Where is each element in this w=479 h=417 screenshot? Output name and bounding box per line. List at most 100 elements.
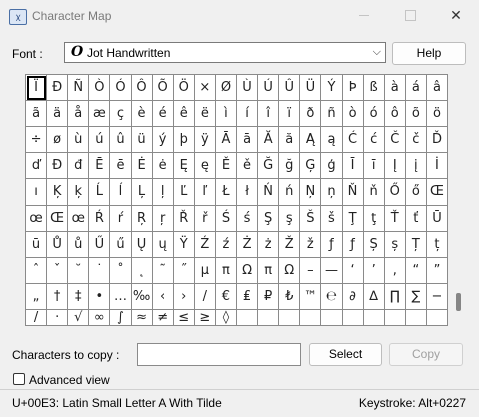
character-cell[interactable]: ‡ xyxy=(68,283,90,310)
character-cell[interactable]: ņ xyxy=(321,179,343,206)
character-cell[interactable]: ã xyxy=(26,101,48,128)
character-cell[interactable]: ◊ xyxy=(215,309,237,326)
character-cell[interactable]: Ī xyxy=(342,153,364,180)
character-cell[interactable]: Ô xyxy=(131,75,153,102)
characters-to-copy-input[interactable] xyxy=(137,343,301,366)
character-cell[interactable]: ₺ xyxy=(279,283,301,310)
character-cell[interactable]: ˚ xyxy=(110,257,132,284)
character-cell[interactable]: ð xyxy=(300,101,322,128)
character-cell[interactable]: Õ xyxy=(152,75,174,102)
character-cell[interactable]: í xyxy=(237,101,259,128)
character-cell[interactable]: − xyxy=(426,283,448,310)
character-cell[interactable]: ž xyxy=(300,231,322,258)
character-cell[interactable]: ” xyxy=(426,257,448,284)
copy-button[interactable]: Copy xyxy=(389,343,463,366)
character-cell[interactable]: π xyxy=(215,257,237,284)
character-cell[interactable]: ™ xyxy=(300,283,322,310)
character-cell[interactable]: ż xyxy=(258,231,280,258)
scrollbar-thumb[interactable] xyxy=(456,293,461,311)
character-cell[interactable]: Ź xyxy=(194,231,216,258)
character-cell[interactable]: √ xyxy=(68,309,90,326)
help-button[interactable]: Help xyxy=(392,42,466,65)
character-cell[interactable]: Ú xyxy=(258,75,280,102)
character-cell[interactable]: … xyxy=(110,283,132,310)
character-cell[interactable]: ř xyxy=(194,205,216,232)
character-cell[interactable]: ś xyxy=(237,205,259,232)
character-cell[interactable]: ù xyxy=(68,127,90,154)
character-cell[interactable]: Œ xyxy=(47,205,69,232)
character-cell[interactable]: Š xyxy=(300,205,322,232)
character-cell[interactable]: Ă xyxy=(258,127,280,154)
character-cell[interactable]: ˘ xyxy=(68,257,90,284)
maximize-button[interactable] xyxy=(387,0,433,32)
character-cell[interactable]: ş xyxy=(279,205,301,232)
character-cell[interactable]: đ xyxy=(68,153,90,180)
character-cell[interactable]: „ xyxy=(26,283,48,310)
character-cell[interactable] xyxy=(321,309,343,326)
character-cell[interactable]: € xyxy=(215,283,237,310)
character-cell[interactable]: æ xyxy=(89,101,111,128)
character-cell[interactable]: ≥ xyxy=(194,309,216,326)
character-cell[interactable]: Ÿ xyxy=(173,231,195,258)
character-cell[interactable]: Ņ xyxy=(300,179,322,206)
character-cell[interactable]: Ŗ xyxy=(131,205,153,232)
character-cell[interactable]: ˝ xyxy=(173,257,195,284)
character-cell[interactable] xyxy=(405,309,427,326)
character-cell[interactable]: / xyxy=(194,283,216,310)
character-cell[interactable]: ń xyxy=(279,179,301,206)
character-cell[interactable]: Ķ xyxy=(47,179,69,206)
character-cell[interactable]: Ā xyxy=(215,127,237,154)
character-cell[interactable]: œ xyxy=(26,205,48,232)
character-cell[interactable]: — xyxy=(321,257,343,284)
character-cell[interactable]: ā xyxy=(237,127,259,154)
character-cell[interactable]: ∂ xyxy=(342,283,364,310)
character-cell[interactable]: Ť xyxy=(384,205,406,232)
character-cell[interactable]: ≈ xyxy=(131,309,153,326)
character-cell[interactable]: â xyxy=(426,75,448,102)
character-cell[interactable]: œ xyxy=(68,205,90,232)
character-cell[interactable]: Ę xyxy=(173,153,195,180)
character-cell[interactable]: Ū xyxy=(426,205,448,232)
character-cell[interactable]: Ý xyxy=(321,75,343,102)
character-cell[interactable]: ŕ xyxy=(110,205,132,232)
character-cell[interactable]: μ xyxy=(194,257,216,284)
character-cell[interactable]: ∆ xyxy=(363,283,385,310)
minimize-button[interactable] xyxy=(341,0,387,32)
character-cell[interactable]: Ń xyxy=(258,179,280,206)
character-cell[interactable]: Ó xyxy=(110,75,132,102)
character-cell[interactable]: ê xyxy=(173,101,195,128)
character-cell[interactable]: Ĺ xyxy=(89,179,111,206)
character-cell[interactable]: Ő xyxy=(384,179,406,206)
character-cell[interactable] xyxy=(279,309,301,326)
character-cell[interactable]: Œ xyxy=(426,179,448,206)
character-cell[interactable]: Ŕ xyxy=(89,205,111,232)
character-cell[interactable]: ĺ xyxy=(110,179,132,206)
character-cell[interactable]: ˆ xyxy=(26,257,48,284)
character-cell[interactable]: ∑ xyxy=(405,283,427,310)
character-cell[interactable]: Ț xyxy=(405,231,427,258)
character-cell[interactable]: ˙ xyxy=(89,257,111,284)
character-cell[interactable]: ı xyxy=(26,179,48,206)
character-cell[interactable]: á xyxy=(405,75,427,102)
character-cell[interactable]: ì xyxy=(215,101,237,128)
character-cell[interactable]: ø xyxy=(47,127,69,154)
character-cell[interactable]: Ď xyxy=(426,127,448,154)
character-cell[interactable]: ó xyxy=(363,101,385,128)
character-cell[interactable] xyxy=(300,309,322,326)
character-cell[interactable]: ķ xyxy=(68,179,90,206)
character-cell[interactable]: ‘ xyxy=(342,257,364,284)
select-button[interactable]: Select xyxy=(309,343,382,366)
character-cell[interactable] xyxy=(237,309,259,326)
character-cell[interactable]: ß xyxy=(363,75,385,102)
character-cell[interactable]: Ś xyxy=(215,205,237,232)
character-cell[interactable]: ˛ xyxy=(131,257,153,284)
character-cell[interactable]: Ω xyxy=(237,257,259,284)
character-cell[interactable]: ď xyxy=(26,153,48,180)
character-cell[interactable]: ₽ xyxy=(258,283,280,310)
character-cell[interactable]: ˇ xyxy=(47,257,69,284)
character-cell[interactable]: ľ xyxy=(194,179,216,206)
character-cell[interactable]: Ţ xyxy=(342,205,364,232)
character-cell[interactable]: ∏ xyxy=(384,283,406,310)
character-cell[interactable]: ģ xyxy=(321,153,343,180)
character-cell[interactable]: ī xyxy=(363,153,385,180)
